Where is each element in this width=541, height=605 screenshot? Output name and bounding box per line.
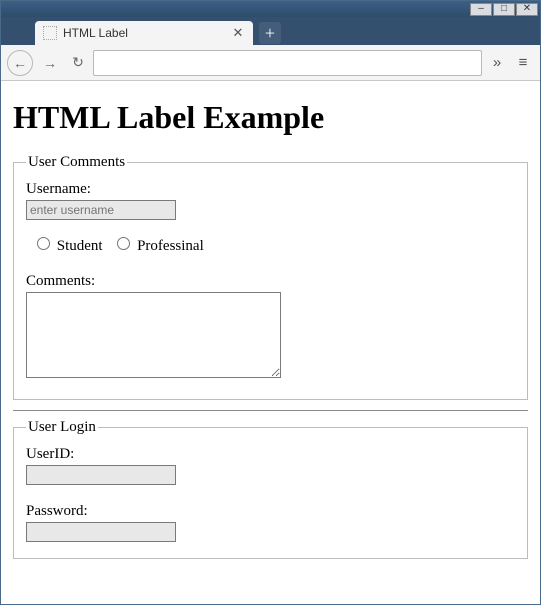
userid-input[interactable] — [26, 465, 176, 485]
window-title-bar: – □ ✕ — [1, 1, 540, 17]
window-minimize-button[interactable]: – — [470, 3, 492, 16]
back-button[interactable]: ← — [7, 50, 33, 76]
page-heading: HTML Label Example — [13, 99, 528, 136]
overflow-icon[interactable]: » — [486, 54, 508, 71]
professional-radio[interactable] — [117, 237, 130, 250]
user-login-legend: User Login — [26, 419, 98, 436]
nav-bar: ← → ↻ » ≡ — [1, 45, 540, 81]
tab-favicon — [43, 26, 57, 40]
password-label: Password: — [26, 503, 515, 520]
password-input[interactable] — [26, 522, 176, 542]
username-label: Username: — [26, 181, 515, 198]
browser-tab[interactable]: HTML Label ✕ — [35, 21, 253, 45]
address-bar[interactable] — [93, 50, 482, 76]
reload-button[interactable]: ↻ — [67, 50, 89, 76]
page-content: HTML Label Example User Comments Usernam… — [1, 81, 540, 579]
tab-title: HTML Label — [63, 26, 231, 40]
forward-button[interactable]: → — [37, 50, 63, 76]
role-radio-group: Student Professinal — [32, 234, 515, 255]
new-tab-button[interactable]: + — [259, 22, 281, 44]
username-input[interactable] — [26, 200, 176, 220]
tab-close-icon[interactable]: ✕ — [231, 26, 245, 40]
comments-label: Comments: — [26, 273, 515, 290]
window-maximize-button[interactable]: □ — [493, 3, 515, 16]
professional-radio-label: Professinal — [137, 238, 204, 254]
divider — [13, 410, 528, 411]
tab-bar: HTML Label ✕ + — [1, 17, 540, 45]
user-login-fieldset: User Login UserID: Password: — [13, 419, 528, 559]
userid-label: UserID: — [26, 446, 515, 463]
student-radio-label: Student — [57, 238, 103, 254]
student-radio[interactable] — [37, 237, 50, 250]
menu-icon[interactable]: ≡ — [512, 54, 534, 71]
user-comments-fieldset: User Comments Username: Student Professi… — [13, 154, 528, 400]
comments-textarea[interactable] — [26, 292, 281, 378]
window-close-button[interactable]: ✕ — [516, 3, 538, 16]
user-comments-legend: User Comments — [26, 154, 127, 171]
